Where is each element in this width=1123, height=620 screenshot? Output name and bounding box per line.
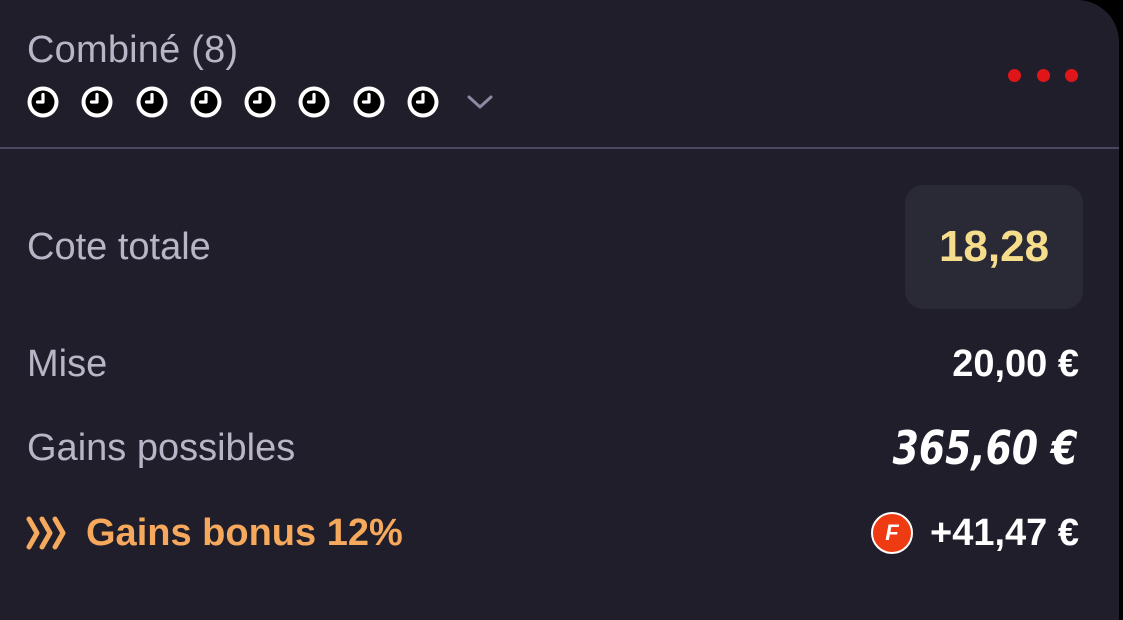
bet-slip-header: Combiné (8) <box>0 0 1119 149</box>
total-odds-box: 18,28 <box>905 185 1083 309</box>
clock-icon <box>190 86 222 118</box>
total-odds-label: Cote totale <box>27 226 211 268</box>
bonus-winnings-label: Gains bonus 12% <box>86 511 403 554</box>
stake-value[interactable]: 20,00 € <box>952 341 1079 387</box>
more-dots-icon <box>1008 68 1021 82</box>
total-odds-value: 18,28 <box>938 222 1050 271</box>
clock-icon <box>81 86 113 118</box>
bonus-winnings-value: +41,47 € <box>930 511 1079 554</box>
bonus-winnings-row: Gains bonus 12% <box>26 510 403 556</box>
more-dots-icon <box>1036 68 1050 82</box>
clock-icon <box>298 86 330 118</box>
freebet-badge-icon: F <box>871 512 914 554</box>
clock-icon <box>353 86 385 118</box>
bet-type-title: Combiné (8) <box>27 29 239 71</box>
stake-label: Mise <box>27 343 108 385</box>
more-options-button[interactable] <box>1008 60 1078 90</box>
bet-slip-card: Combiné (8) Cote totale 18,28 Mise 20,00… <box>0 0 1119 620</box>
selections-toggle[interactable] <box>26 82 495 122</box>
potential-winnings-value: 365,60 € <box>893 421 1078 475</box>
more-dots-icon <box>1065 68 1078 82</box>
clock-icon <box>136 86 168 118</box>
clock-icon <box>27 86 59 118</box>
bonus-winnings-value-group: F +41,47 € <box>871 510 1079 556</box>
chevron-down-icon[interactable] <box>465 92 495 112</box>
clock-icon <box>407 86 439 118</box>
triple-chevron-right-icon <box>26 516 66 550</box>
potential-winnings-label: Gains possibles <box>27 427 296 469</box>
clock-icon <box>244 86 276 118</box>
